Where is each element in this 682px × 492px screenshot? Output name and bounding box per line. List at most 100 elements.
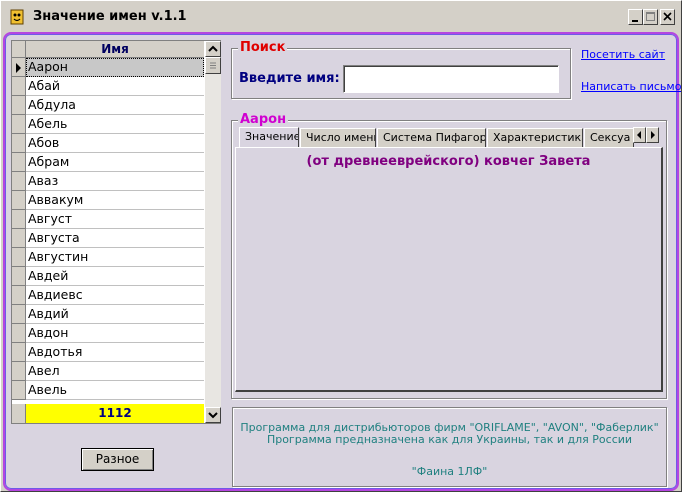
scroll-thumb[interactable] <box>205 57 221 74</box>
write-letter-link[interactable]: Написать письмо <box>581 80 681 93</box>
table-row[interactable]: Аарон <box>12 58 204 77</box>
table-row[interactable]: Абов <box>12 134 204 153</box>
grid-rows: Аарон Абай Абдула Абель Абов Абрам Аваз Аввакум… <box>12 58 204 400</box>
name-cell[interactable]: Абай <box>26 77 204 96</box>
tab-name-number[interactable]: Число имени <box>300 128 376 147</box>
name-cell[interactable]: Аваз <box>26 172 204 191</box>
search-label: Введите имя: <box>239 71 340 86</box>
row-indicator[interactable] <box>12 58 26 77</box>
table-row[interactable]: Абрам <box>12 153 204 172</box>
minimize-button[interactable] <box>628 9 643 25</box>
arrow-down-icon <box>208 412 218 419</box>
name-cell[interactable]: Аарон <box>26 58 204 77</box>
tab-scroll-left-button[interactable] <box>633 127 646 143</box>
name-cell[interactable]: Абов <box>26 134 204 153</box>
row-indicator[interactable] <box>12 381 26 400</box>
name-cell[interactable]: Авдотья <box>26 343 204 362</box>
row-indicator[interactable] <box>12 77 26 96</box>
grip-icon <box>210 62 216 69</box>
table-row[interactable]: Августа <box>12 229 204 248</box>
row-indicator[interactable] <box>12 362 26 381</box>
misc-button[interactable]: Разное <box>81 448 154 471</box>
minimize-icon <box>632 20 638 22</box>
row-indicator[interactable] <box>12 172 26 191</box>
arrow-right-icon <box>651 131 655 139</box>
name-cell[interactable]: Авдий <box>26 305 204 324</box>
table-row[interactable]: Авдей <box>12 267 204 286</box>
table-row[interactable]: Август <box>12 210 204 229</box>
tab-pythagoras-system[interactable]: Система Пифагора <box>377 128 486 147</box>
tab-scroll-right-button[interactable] <box>646 127 659 143</box>
arrow-left-icon <box>637 131 641 139</box>
table-row[interactable]: Авдотья <box>12 343 204 362</box>
row-indicator[interactable] <box>12 210 26 229</box>
table-row[interactable]: Аввакум <box>12 191 204 210</box>
row-indicator[interactable] <box>12 96 26 115</box>
table-row[interactable]: Авел <box>12 362 204 381</box>
row-indicator[interactable] <box>12 343 26 362</box>
row-indicator[interactable] <box>12 286 26 305</box>
table-row[interactable]: Авдон <box>12 324 204 343</box>
tab-sexuality[interactable]: Сексуа <box>584 128 634 147</box>
info-box: Программа для дистрибьюторов фирм "ORIFL… <box>232 407 667 487</box>
info-line-author: "Фаина 1ЛФ" <box>411 465 488 478</box>
row-indicator[interactable] <box>12 229 26 248</box>
scroll-up-button[interactable] <box>205 41 221 57</box>
app-window: Значение имен v.1.1 Имя Аарон Абай Абдула А… <box>0 0 682 492</box>
tab-meaning[interactable]: Значение <box>239 127 299 147</box>
name-cell[interactable]: Абель <box>26 115 204 134</box>
grid-footer-indicator <box>12 404 26 423</box>
name-cell[interactable]: Авель <box>26 381 204 400</box>
name-cell[interactable]: Авдон <box>26 324 204 343</box>
row-indicator[interactable] <box>12 191 26 210</box>
name-cell[interactable]: Августин <box>26 248 204 267</box>
name-cell[interactable]: Август <box>26 210 204 229</box>
row-indicator[interactable] <box>12 248 26 267</box>
title-bar[interactable]: Значение имен v.1.1 <box>3 3 679 30</box>
names-grid[interactable]: Имя Аарон Абай Абдула Абель Абов Абрам Аваз Авв… <box>11 40 221 424</box>
name-cell[interactable]: Авел <box>26 362 204 381</box>
table-row[interactable]: Абдула <box>12 96 204 115</box>
window-title: Значение имен v.1.1 <box>33 9 187 24</box>
search-group: Поиск Введите имя: <box>231 40 571 99</box>
name-cell[interactable]: Абдула <box>26 96 204 115</box>
table-row[interactable]: Абель <box>12 115 204 134</box>
table-row[interactable]: Авдиевс <box>12 286 204 305</box>
name-cell[interactable]: Авдей <box>26 267 204 286</box>
table-row[interactable]: Абай <box>12 77 204 96</box>
maximize-button[interactable] <box>643 9 658 25</box>
app-icon[interactable] <box>9 9 25 25</box>
name-cell[interactable]: Августа <box>26 229 204 248</box>
name-search-input[interactable] <box>343 65 559 93</box>
row-indicator[interactable] <box>12 324 26 343</box>
row-indicator[interactable] <box>12 134 26 153</box>
info-line-countries: Программа предназначена как для Украины,… <box>266 433 633 446</box>
scroll-down-button[interactable] <box>205 407 221 423</box>
grid-column-header-name[interactable]: Имя <box>26 41 204 58</box>
search-group-title: Поиск <box>238 40 288 55</box>
row-indicator[interactable] <box>12 115 26 134</box>
result-group-title: Аарон <box>238 112 289 127</box>
row-indicator[interactable] <box>12 153 26 172</box>
close-icon <box>663 12 672 21</box>
meaning-panel: (от древнееврейского) ковчег Завета <box>235 147 663 392</box>
name-cell[interactable]: Абрам <box>26 153 204 172</box>
table-row[interactable]: Авдий <box>12 305 204 324</box>
tab-strip: Значение Число имени Система Пифагора Ха… <box>235 127 663 147</box>
arrow-up-icon <box>208 45 218 52</box>
maximize-icon <box>646 12 655 21</box>
name-cell[interactable]: Аввакум <box>26 191 204 210</box>
grid-scrollbar[interactable] <box>205 41 221 423</box>
tab-characteristic[interactable]: Характеристика <box>487 128 583 147</box>
table-row[interactable]: Августин <box>12 248 204 267</box>
row-indicator[interactable] <box>12 305 26 324</box>
name-cell[interactable]: Авдиевс <box>26 286 204 305</box>
table-row[interactable]: Аваз <box>12 172 204 191</box>
row-indicator[interactable] <box>12 267 26 286</box>
names-count: 1112 <box>26 404 204 423</box>
grid-header: Имя <box>12 41 204 58</box>
grid-header-indicator <box>12 41 26 58</box>
visit-site-link[interactable]: Посетить сайт <box>581 48 665 61</box>
close-button[interactable] <box>660 9 675 25</box>
table-row[interactable]: Авель <box>12 381 204 400</box>
